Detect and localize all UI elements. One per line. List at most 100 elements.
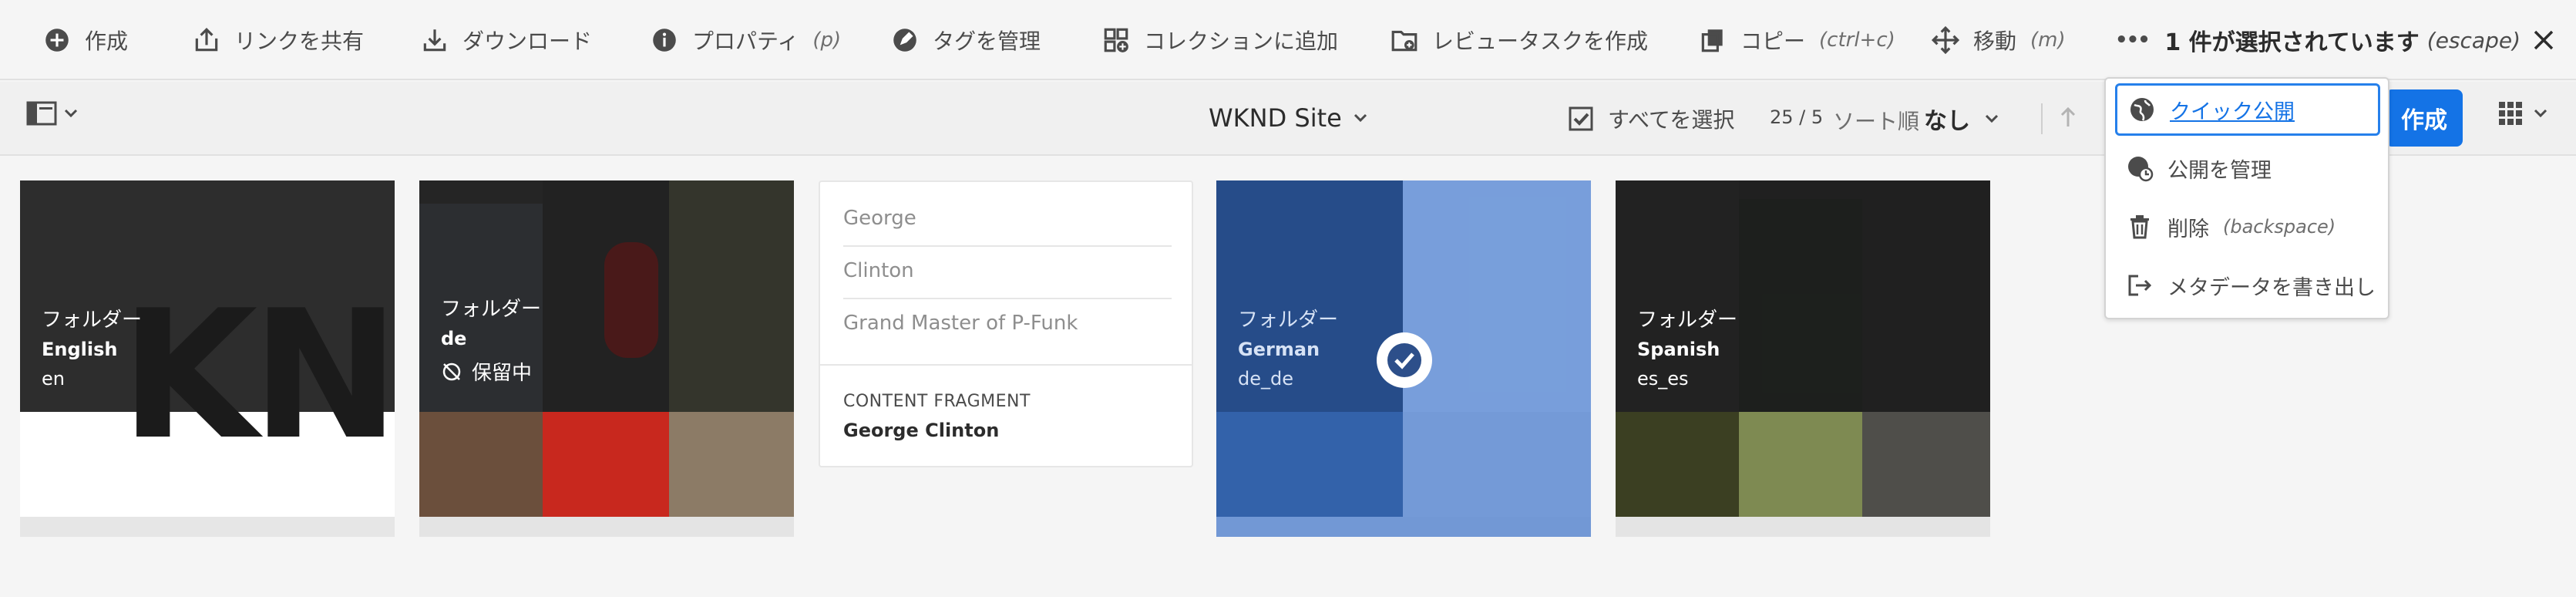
- folder-card-spanish[interactable]: フォルダー Spanish es_es: [1616, 180, 1990, 537]
- wknd-logo-image: KN: [120, 273, 395, 479]
- card-meta: フォルダー Spanish es_es: [1637, 304, 1737, 390]
- menu-item-label: 削除: [2167, 217, 2209, 241]
- create-action[interactable]: 作成: [40, 21, 128, 59]
- add-to-collection-label: コレクションに追加: [1144, 29, 1339, 54]
- sort-label: ソート順: [1833, 109, 1920, 134]
- card-meta: フォルダー German de_de: [1238, 304, 1338, 390]
- collection-add-icon: [1099, 23, 1133, 57]
- card-title: English: [42, 339, 118, 360]
- share-link-action[interactable]: リンクを共有: [190, 21, 364, 59]
- tag-icon: [888, 23, 922, 57]
- copy-icon: [1696, 23, 1730, 57]
- folder-card-english[interactable]: KN フォルダー English en: [20, 180, 395, 537]
- site-title: WKND Site: [1209, 103, 1342, 133]
- move-action[interactable]: 移動 (m): [1929, 21, 2066, 59]
- create-review-task-label: レビュータスクを作成: [1432, 29, 1649, 54]
- sort-direction-button[interactable]: [2058, 105, 2078, 133]
- card-title: George Clinton: [843, 420, 1000, 441]
- menu-item-delete[interactable]: 削除 (backspace): [2115, 201, 2380, 253]
- card-path: es_es: [1637, 368, 1689, 390]
- card-kind: フォルダー: [42, 309, 143, 332]
- add-to-collection-action[interactable]: コレクションに追加: [1099, 21, 1338, 59]
- more-icon: •••: [2115, 29, 2151, 52]
- globe-icon: [2130, 98, 2154, 121]
- close-selection-button[interactable]: [2527, 23, 2561, 57]
- menu-item-label: 公開を管理: [2167, 158, 2272, 183]
- item-count: 25 / 5: [1770, 106, 1824, 128]
- menu-item-label: メタデータを書き出し: [2167, 275, 2376, 300]
- menu-item-label: クイック公開: [2170, 100, 2295, 124]
- info-icon: [647, 23, 681, 57]
- card-status: 保留中: [441, 357, 541, 386]
- card-kind: フォルダー: [1238, 309, 1339, 332]
- add-circle-icon: [40, 23, 74, 57]
- export-icon: [2128, 275, 2152, 296]
- chevron-down-icon: [2534, 109, 2547, 118]
- rail-icon: [26, 101, 57, 126]
- menu-item-export-metadata[interactable]: メタデータを書き出し: [2115, 259, 2380, 312]
- create-button[interactable]: 作成: [2386, 89, 2463, 147]
- properties-shortcut: (p): [812, 29, 842, 52]
- menu-item-shortcut: (backspace): [2223, 216, 2336, 238]
- card-status-label: 保留中: [472, 362, 533, 385]
- review-task-icon: [1387, 23, 1421, 57]
- download-label: ダウンロード: [462, 29, 593, 54]
- rail-toggle-button[interactable]: [26, 100, 79, 126]
- fragment-field: Grand Master of P-Funk: [843, 312, 1078, 335]
- properties-action[interactable]: プロパティ (p): [647, 21, 841, 59]
- fragment-field: Clinton: [843, 259, 914, 282]
- more-actions-menu: クイック公開 公開を管理 削除 (backspace) メタデータを書き出し: [2104, 77, 2389, 319]
- view-switcher[interactable]: [2497, 100, 2548, 126]
- selection-count-text: 1 件が選択されています: [2164, 29, 2420, 56]
- chevron-down-icon: [1985, 114, 1999, 123]
- more-actions-button[interactable]: •••: [2115, 21, 2151, 59]
- select-all-label: すべてを選択: [1608, 107, 1735, 133]
- card-title: German: [1238, 339, 1320, 360]
- card-kind: フォルダー: [441, 298, 542, 321]
- sort-order-value: なし: [1924, 108, 1970, 135]
- trash-icon: [2130, 215, 2149, 239]
- create-action-label: 作成: [85, 29, 129, 54]
- fragment-field: George: [843, 207, 916, 230]
- selected-check-icon: [1377, 332, 1432, 388]
- move-label: 移動: [1973, 29, 2017, 54]
- card-kind: フォルダー: [1637, 309, 1738, 332]
- download-action[interactable]: ダウンロード: [418, 21, 592, 59]
- select-all-button[interactable]: すべてを選択: [1568, 103, 1734, 134]
- selection-count: 1 件が選択されています (escape): [2164, 21, 2521, 59]
- menu-item-quick-publish[interactable]: クイック公開: [2115, 83, 2380, 136]
- card-meta: フォルダー de 保留中: [441, 293, 541, 386]
- card-path: de_de: [1238, 368, 1293, 390]
- action-bar: 作成 リンクを共有 ダウンロード プロパティ (p) タグを管理 コレクションに…: [0, 0, 2576, 80]
- share-icon: [190, 23, 224, 57]
- close-icon: [2534, 30, 2554, 50]
- globe-clock-icon: [2128, 157, 2154, 182]
- folder-card-de[interactable]: フォルダー de 保留中: [419, 180, 794, 537]
- checkbox-icon: [1569, 106, 1593, 131]
- manage-tags-action[interactable]: タグを管理: [888, 21, 1041, 59]
- download-icon: [418, 23, 452, 57]
- properties-label: プロパティ: [692, 29, 799, 54]
- card-title: de: [441, 328, 467, 349]
- card-title: Spanish: [1637, 339, 1720, 360]
- card-kind: CONTENT FRAGMENT: [843, 392, 1031, 411]
- unpublished-icon: [442, 363, 461, 380]
- folder-card-german[interactable]: フォルダー German de_de: [1216, 180, 1591, 537]
- site-title-dropdown[interactable]: WKND Site: [1209, 103, 1368, 133]
- copy-action[interactable]: コピー (ctrl+c): [1696, 21, 1895, 59]
- sort-order-dropdown[interactable]: なし: [1924, 102, 1999, 136]
- chevron-down-icon: [64, 109, 78, 118]
- create-review-task-action[interactable]: レビュータスクを作成: [1387, 21, 1648, 59]
- card-view-icon: [2499, 102, 2522, 125]
- share-link-label: リンクを共有: [234, 29, 365, 54]
- selection-count-shortcut: (escape): [2426, 27, 2521, 53]
- manage-tags-label: タグを管理: [933, 29, 1041, 54]
- move-shortcut: (m): [2030, 29, 2066, 52]
- move-icon: [1929, 23, 1962, 57]
- card-path: en: [42, 368, 65, 390]
- content-fragment-card[interactable]: George Clinton Grand Master of P-Funk CO…: [819, 180, 1193, 467]
- chevron-down-icon: [1354, 113, 1367, 123]
- copy-label: コピー: [1740, 29, 1806, 54]
- copy-shortcut: (ctrl+c): [1819, 29, 1895, 52]
- menu-item-manage-publication[interactable]: 公開を管理: [2115, 142, 2380, 194]
